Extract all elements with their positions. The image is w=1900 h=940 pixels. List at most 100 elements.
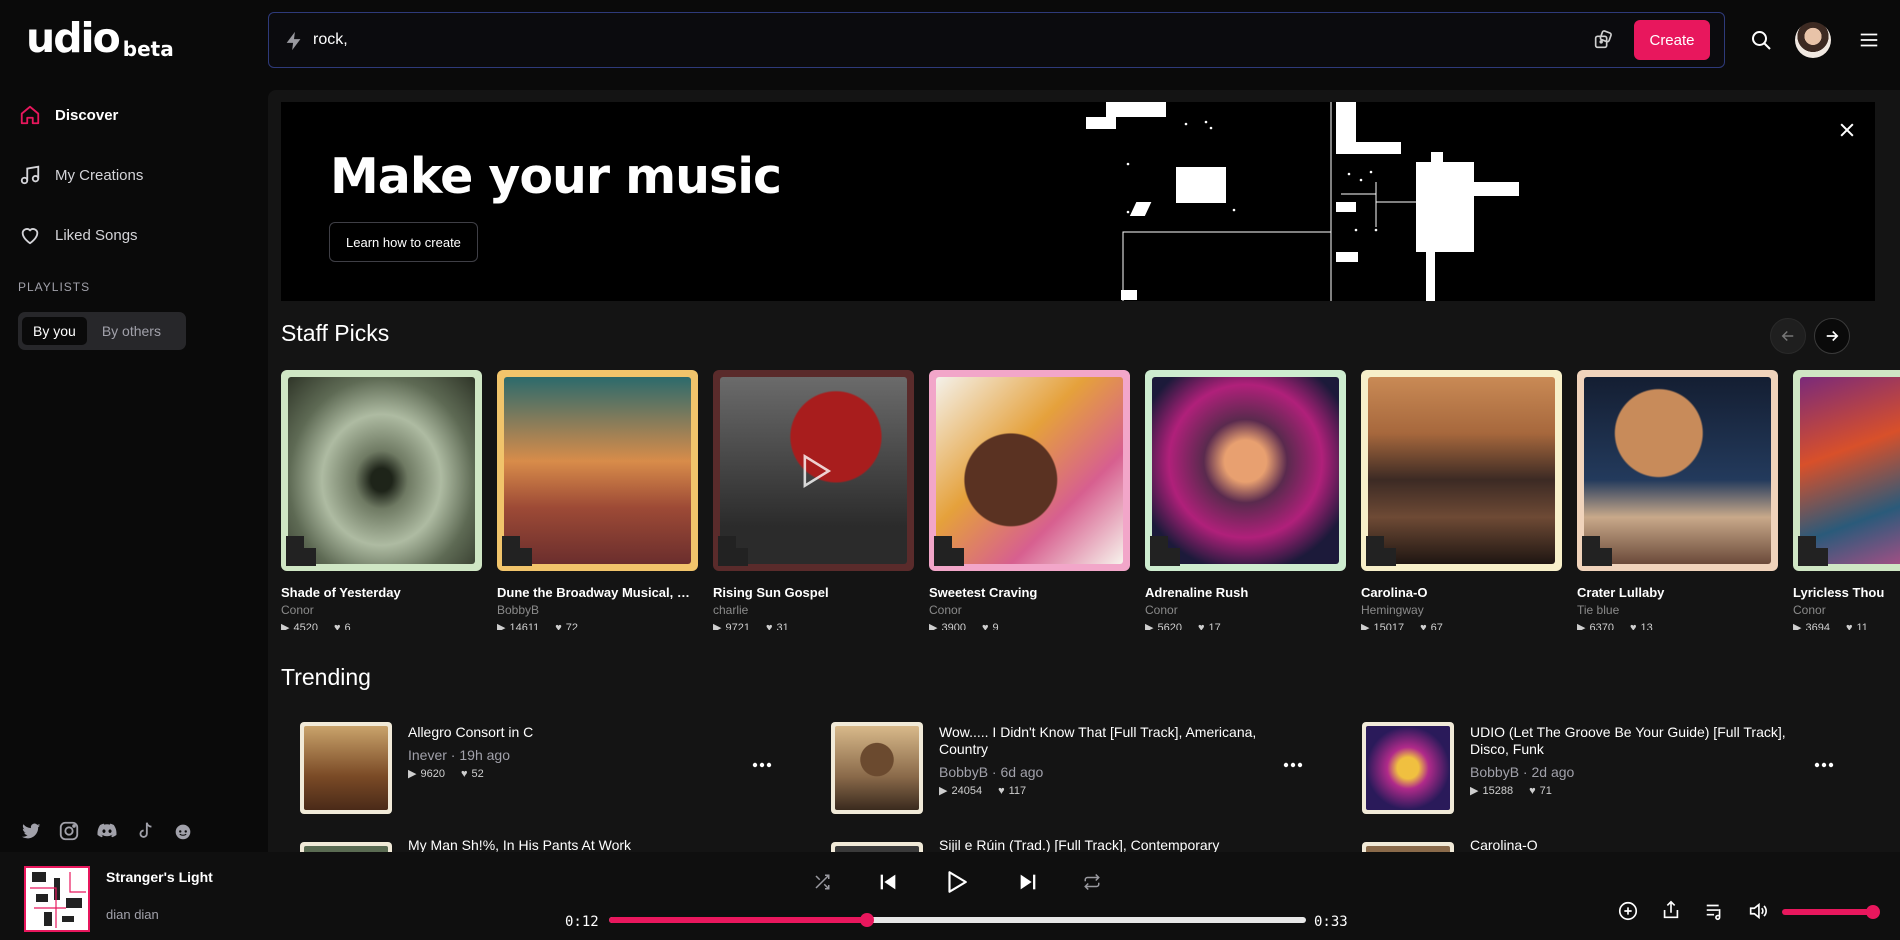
total-time: 0:33 bbox=[1314, 914, 1348, 930]
like-count-icon: ♥ bbox=[981, 621, 989, 631]
share-icon[interactable] bbox=[1660, 899, 1682, 921]
playlist-filter-by-others[interactable]: By others bbox=[91, 317, 172, 345]
volume-icon[interactable] bbox=[1747, 900, 1769, 922]
corner-badge-icon bbox=[934, 536, 964, 566]
logo-beta-tag: beta bbox=[122, 37, 174, 61]
progress-bar[interactable] bbox=[609, 913, 1306, 927]
track-title: Sijil e Rúin (Trad.) [Full Track], Conte… bbox=[939, 837, 1220, 852]
song-card[interactable]: Lyricless Thou Conor ▶ 3694 ♥ 11 bbox=[1793, 370, 1900, 630]
queue-icon[interactable] bbox=[1704, 900, 1726, 922]
play-count-icon: ▶ bbox=[1145, 622, 1154, 630]
trending-item[interactable]: Sijil e Rúin (Trad.) [Full Track], Conte… bbox=[831, 837, 1331, 852]
learn-how-to-create-button[interactable]: Learn how to create bbox=[329, 222, 478, 262]
play-count: 15017 bbox=[1373, 621, 1405, 631]
play-count: 5620 bbox=[1157, 621, 1182, 631]
song-card[interactable]: Rising Sun Gospel charlie ▶ 9721 ♥ 31 bbox=[713, 370, 914, 630]
create-button[interactable]: Create bbox=[1634, 20, 1710, 60]
song-stats: ▶ 3694 ♥ 11 bbox=[1793, 621, 1900, 631]
song-artist: Conor bbox=[929, 603, 962, 617]
prompt-input[interactable] bbox=[313, 23, 1593, 57]
song-card[interactable]: Crater Lullaby Tie blue ▶ 6370 ♥ 13 bbox=[1577, 370, 1778, 630]
volume-slider[interactable] bbox=[1782, 905, 1880, 919]
play-button[interactable] bbox=[943, 868, 969, 896]
song-card[interactable]: Dune the Broadway Musical, Sh... BobbyB … bbox=[497, 370, 698, 630]
song-title: Sweetest Craving bbox=[929, 585, 1038, 600]
like-count: 117 bbox=[1008, 784, 1027, 797]
like-count-icon: ♥ bbox=[1845, 621, 1853, 631]
repeat-icon[interactable] bbox=[1083, 873, 1101, 891]
more-options-icon[interactable] bbox=[1814, 762, 1834, 768]
sidebar-item-my-creations[interactable]: My Creations bbox=[19, 164, 143, 186]
carousel-next-button[interactable] bbox=[1814, 318, 1850, 354]
shuffle-icon[interactable] bbox=[813, 873, 831, 891]
like-count: 11 bbox=[1856, 621, 1868, 631]
volume-handle[interactable] bbox=[1866, 905, 1880, 919]
sidebar-item-label: My Creations bbox=[55, 166, 144, 184]
twitter-icon[interactable] bbox=[20, 820, 42, 842]
track-meta: Inever · 19h ago bbox=[408, 747, 510, 763]
song-artist: BobbyB bbox=[497, 603, 540, 617]
current-time: 0:12 bbox=[565, 914, 599, 930]
search-icon[interactable] bbox=[1749, 28, 1773, 52]
song-stats: ▶ 15017 ♥ 67 bbox=[1361, 621, 1562, 631]
now-playing-cover[interactable] bbox=[24, 866, 90, 932]
song-title: Shade of Yesterday bbox=[281, 585, 401, 600]
trending-item[interactable]: UDIO (Let The Groove Be Your Guide) [Ful… bbox=[1362, 722, 1862, 822]
play-count-icon: ▶ bbox=[929, 622, 938, 630]
trending-item[interactable]: My Man Sh!%, In His Pants At Work bbox=[300, 837, 800, 852]
trending-item[interactable]: Carolina-O bbox=[1362, 837, 1862, 852]
song-artist: Conor bbox=[1145, 603, 1178, 617]
song-title: Dune the Broadway Musical, Sh... bbox=[497, 585, 692, 600]
playlists-heading: PLAYLISTS bbox=[18, 280, 91, 294]
more-options-icon[interactable] bbox=[752, 762, 772, 768]
song-card[interactable]: Sweetest Craving Conor ▶ 3900 ♥ 9 bbox=[929, 370, 1130, 630]
track-meta: BobbyB · 6d ago bbox=[939, 764, 1044, 780]
sidebar-item-discover[interactable]: Discover bbox=[19, 104, 118, 126]
play-count-icon: ▶ bbox=[713, 622, 722, 630]
track-thumbnail bbox=[1362, 722, 1454, 814]
trending-item[interactable]: Allegro Consort in C Inever · 19h ago ▶ 9… bbox=[300, 722, 800, 822]
song-title: Lyricless Thou bbox=[1793, 585, 1885, 600]
song-cover-art bbox=[1368, 377, 1555, 564]
song-card[interactable]: Carolina-O Hemingway ▶ 15017 ♥ 67 bbox=[1361, 370, 1562, 630]
song-card[interactable]: Shade of Yesterday Conor ▶ 4520 ♥ 6 bbox=[281, 370, 482, 630]
tiktok-icon[interactable] bbox=[134, 820, 156, 842]
sidebar-item-liked-songs[interactable]: Liked Songs bbox=[19, 224, 138, 246]
trending-item[interactable]: Wow..... I Didn't Know That [Full Track]… bbox=[831, 722, 1331, 822]
reddit-icon[interactable] bbox=[172, 820, 194, 842]
close-icon[interactable] bbox=[1837, 120, 1857, 140]
progress-fill bbox=[609, 917, 867, 923]
corner-badge-icon bbox=[1150, 536, 1180, 566]
discord-icon[interactable] bbox=[96, 820, 118, 842]
carousel-prev-button[interactable] bbox=[1770, 318, 1806, 354]
song-card[interactable]: Adrenaline Rush Conor ▶ 5620 ♥ 17 bbox=[1145, 370, 1346, 630]
track-thumbnail bbox=[1362, 842, 1454, 852]
song-cover-art bbox=[720, 377, 907, 564]
like-count: 67 bbox=[1430, 621, 1443, 631]
udio-logo[interactable]: udio beta bbox=[26, 18, 174, 61]
hamburger-menu-icon[interactable] bbox=[1858, 29, 1880, 51]
song-cover-frame bbox=[1577, 370, 1778, 571]
instagram-icon[interactable] bbox=[58, 820, 80, 842]
song-cover-frame bbox=[713, 370, 914, 571]
previous-track-icon[interactable] bbox=[877, 871, 899, 893]
song-title: Adrenaline Rush bbox=[1145, 585, 1249, 600]
song-cover-frame bbox=[1793, 370, 1900, 571]
add-to-playlist-icon[interactable] bbox=[1617, 900, 1639, 922]
banner-pixel-art bbox=[1086, 102, 1519, 301]
random-prompt-icon[interactable] bbox=[1592, 29, 1614, 51]
more-options-icon[interactable] bbox=[1283, 762, 1303, 768]
playlist-filter-by-you[interactable]: By you bbox=[22, 317, 87, 345]
play-overlay-icon[interactable] bbox=[792, 449, 836, 493]
staff-picks-carousel: Shade of Yesterday Conor ▶ 4520 ♥ 6 Dune t… bbox=[281, 370, 1900, 630]
song-cover-art bbox=[936, 377, 1123, 564]
next-track-icon[interactable] bbox=[1017, 871, 1039, 893]
track-thumbnail bbox=[831, 842, 923, 852]
play-count-icon: ▶ bbox=[408, 768, 417, 780]
like-count: 31 bbox=[776, 621, 789, 631]
song-cover-frame bbox=[1361, 370, 1562, 571]
corner-badge-icon bbox=[502, 536, 532, 566]
progress-handle[interactable] bbox=[859, 913, 874, 927]
like-count-icon: ♥ bbox=[555, 621, 562, 631]
user-avatar[interactable] bbox=[1795, 22, 1831, 58]
